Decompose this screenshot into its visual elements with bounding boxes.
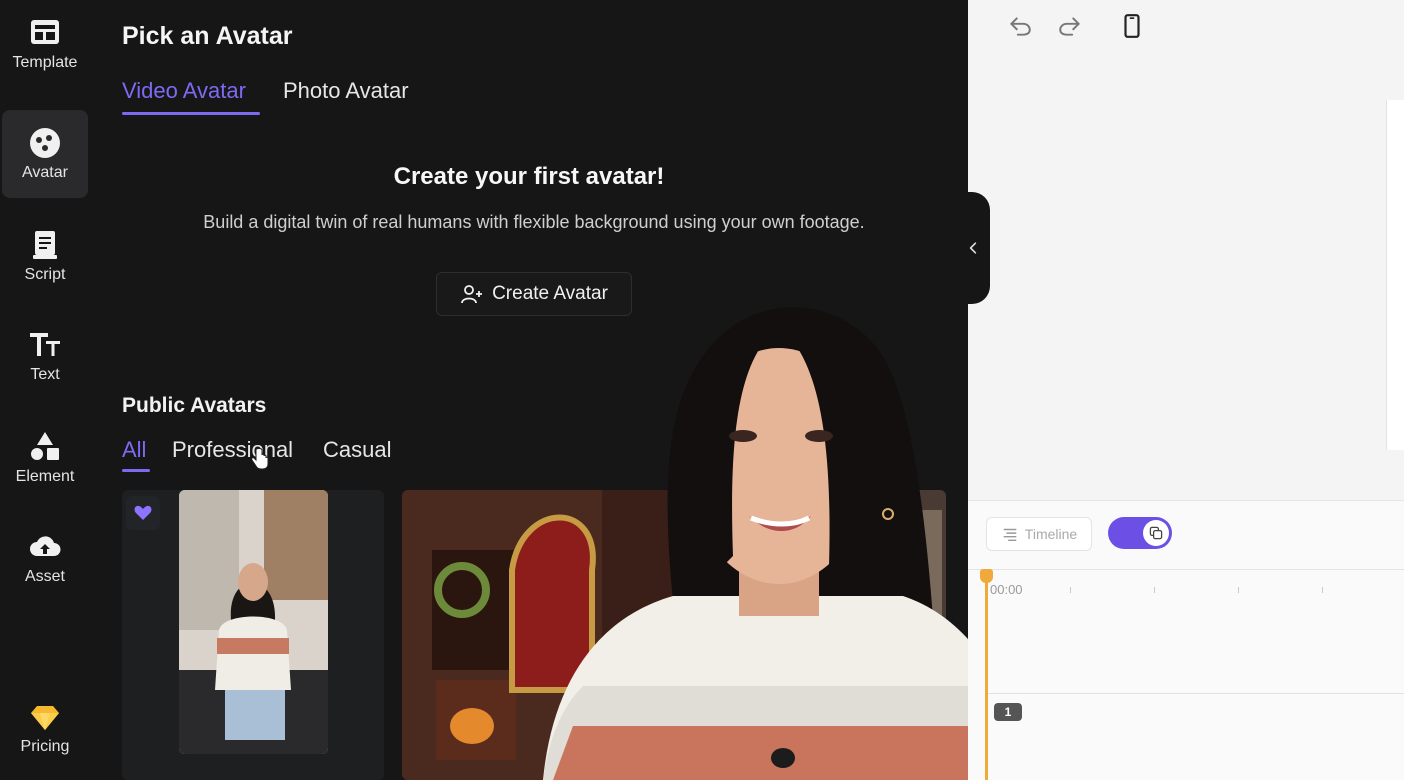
avatar-photo bbox=[179, 490, 328, 754]
sidebar-item-avatar[interactable]: Avatar bbox=[2, 110, 88, 198]
ruler-tick bbox=[1238, 587, 1239, 593]
active-filter-indicator bbox=[122, 469, 150, 472]
track-number-badge: 1 bbox=[994, 703, 1022, 721]
mobile-view-button[interactable] bbox=[1116, 10, 1148, 42]
sidebar-item-asset[interactable]: Asset bbox=[2, 514, 88, 602]
sidebar-item-label: Asset bbox=[24, 568, 65, 585]
redo-button[interactable] bbox=[1054, 10, 1086, 42]
timeline-icon bbox=[1003, 528, 1017, 542]
sidebar-item-element[interactable]: Element bbox=[2, 414, 88, 502]
timeline-button[interactable]: Timeline bbox=[986, 517, 1092, 551]
public-avatars-heading: Public Avatars bbox=[122, 394, 267, 417]
add-user-icon bbox=[461, 285, 483, 304]
sidebar-item-text[interactable]: Text bbox=[2, 312, 88, 400]
timeline-area: Timeline 00:00 1 bbox=[968, 500, 1404, 780]
sidebar-item-script[interactable]: Script bbox=[2, 212, 88, 300]
avatar-picker-panel: Pick an Avatar Video Avatar Photo Avatar… bbox=[90, 0, 968, 780]
tab-photo-avatar[interactable]: Photo Avatar bbox=[283, 78, 409, 104]
presenter-video-overlay bbox=[543, 307, 968, 780]
diamond-icon bbox=[31, 706, 59, 730]
filter-all[interactable]: All bbox=[122, 437, 146, 463]
sidebar-item-label: Element bbox=[15, 468, 75, 485]
page-title: Pick an Avatar bbox=[122, 22, 293, 50]
avatar-icon bbox=[30, 128, 60, 158]
sidebar-item-label: Pricing bbox=[20, 738, 70, 755]
create-avatar-description: Build a digital twin of real humans with… bbox=[203, 212, 865, 232]
filter-casual[interactable]: Casual bbox=[323, 437, 391, 463]
element-icon bbox=[31, 432, 59, 460]
playhead-handle[interactable] bbox=[980, 569, 993, 583]
heart-icon bbox=[134, 505, 152, 520]
playhead[interactable] bbox=[985, 571, 988, 780]
phone-icon bbox=[1124, 14, 1140, 38]
left-sidebar: Template Avatar Script Text Element Asse… bbox=[0, 0, 90, 780]
template-icon bbox=[31, 20, 59, 44]
sidebar-item-label: Text bbox=[30, 366, 60, 383]
sidebar-item-label: Avatar bbox=[22, 164, 68, 181]
ruler-tick bbox=[1070, 587, 1071, 593]
sidebar-item-template[interactable]: Template bbox=[2, 0, 88, 88]
ruler-tick bbox=[1322, 587, 1323, 593]
redo-icon bbox=[1059, 17, 1080, 36]
pointer-cursor-icon bbox=[251, 448, 269, 470]
favorite-button[interactable] bbox=[126, 496, 160, 530]
undo-icon bbox=[1010, 17, 1031, 36]
active-tab-indicator bbox=[122, 112, 260, 115]
tab-video-avatar[interactable]: Video Avatar bbox=[122, 78, 246, 104]
sidebar-item-label: Script bbox=[24, 266, 66, 283]
text-icon bbox=[30, 333, 60, 356]
overlay-toggle[interactable] bbox=[1108, 517, 1172, 549]
script-icon bbox=[33, 231, 57, 259]
timeline-ruler bbox=[968, 569, 1404, 570]
avatar-thumbnail[interactable] bbox=[179, 490, 328, 754]
chevron-left-icon bbox=[969, 242, 977, 254]
sidebar-item-pricing[interactable]: Pricing bbox=[2, 684, 88, 772]
timeline-button-label: Timeline bbox=[1024, 526, 1078, 542]
filter-professional[interactable]: Professional bbox=[172, 437, 293, 463]
create-avatar-heading: Create your first avatar! bbox=[393, 163, 665, 190]
layers-icon bbox=[1149, 526, 1163, 540]
cloud-upload-icon bbox=[30, 536, 61, 556]
undo-button[interactable] bbox=[1004, 10, 1036, 42]
time-label: 00:00 bbox=[990, 582, 1023, 597]
collapse-panel-button[interactable] bbox=[956, 192, 990, 304]
toggle-knob bbox=[1143, 520, 1169, 546]
editor-panel: Timeline 00:00 1 bbox=[968, 0, 1404, 780]
ruler-tick bbox=[1154, 587, 1155, 593]
canvas-preview[interactable] bbox=[1386, 100, 1404, 450]
track-divider bbox=[988, 693, 1404, 694]
sidebar-item-label: Template bbox=[12, 54, 78, 71]
